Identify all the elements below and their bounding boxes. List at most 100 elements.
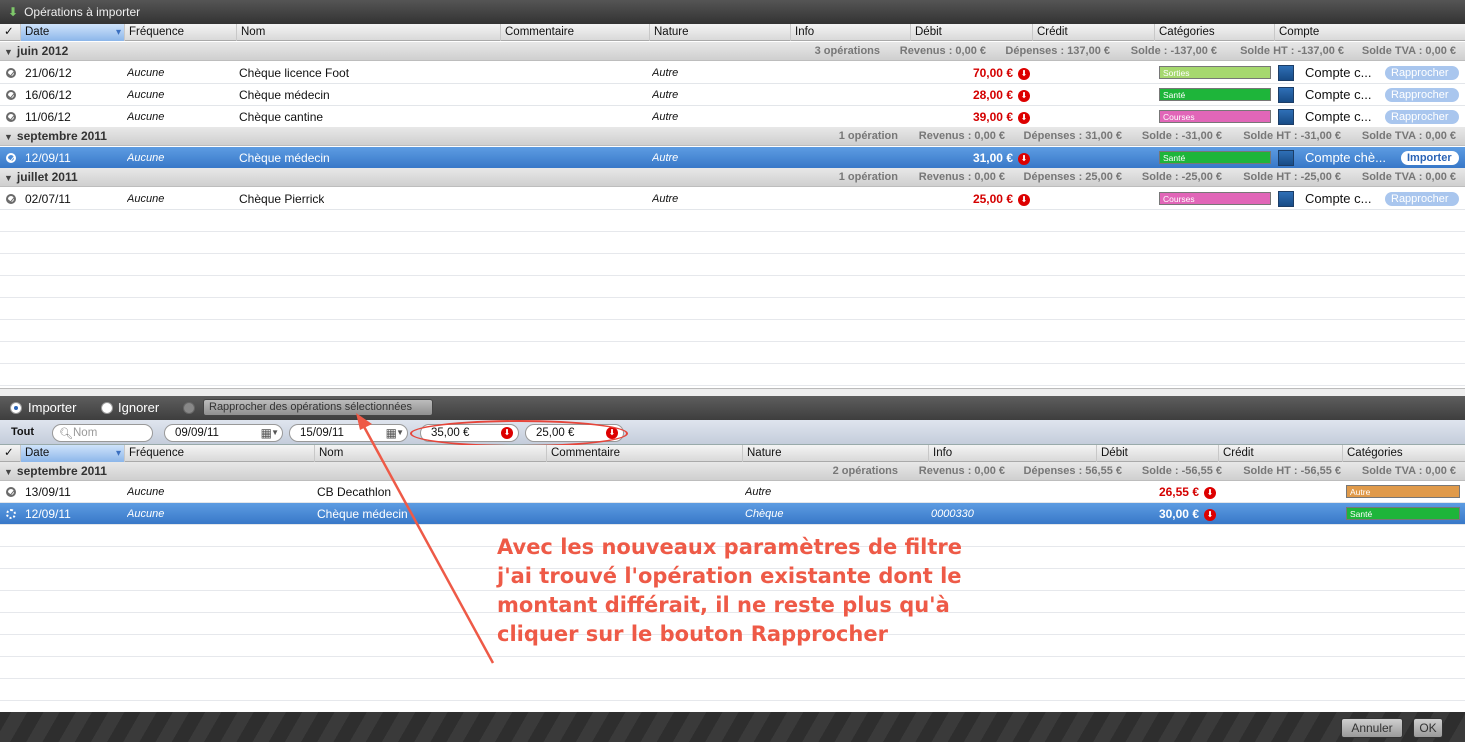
- import-check-icon[interactable]: [6, 194, 16, 204]
- col-commentaire[interactable]: Commentaire: [546, 445, 742, 462]
- group-solde-ht: Solde HT : -56,55 €: [1243, 465, 1341, 477]
- group-count: 1 opération: [838, 130, 898, 142]
- table-row-selected[interactable]: 12/09/11 Aucune Chèque médecin Autre 31,…: [0, 147, 1465, 169]
- col-check[interactable]: ✓: [0, 445, 20, 462]
- empty-row: [0, 210, 1465, 232]
- table-row-selected[interactable]: 12/09/11 Aucune Chèque médecin Chèque 00…: [0, 503, 1465, 525]
- importer-button[interactable]: Importer: [1401, 151, 1459, 165]
- group-revenus: Revenus : 0,00 €: [918, 171, 1005, 183]
- cell-date: 13/09/11: [25, 485, 71, 499]
- rapprocher-button[interactable]: Rapprocher: [1385, 110, 1459, 124]
- disclosure-triangle-icon[interactable]: ▼: [4, 467, 13, 477]
- col-frequence[interactable]: Fréquence: [124, 445, 314, 462]
- group-depenses: Dépenses : 31,00 €: [1023, 130, 1122, 142]
- group-solde: Solde : -137,00 €: [1130, 45, 1217, 57]
- group-header[interactable]: ▼ septembre 2011 1 opération Revenus : 0,…: [0, 127, 1465, 146]
- date-from-field[interactable]: 09/09/11 ▦ ▼: [164, 424, 283, 442]
- split-view-divider[interactable]: [0, 388, 1465, 396]
- bank-account-icon: [1278, 150, 1294, 166]
- cell-compte: Compte c...: [1305, 191, 1372, 206]
- col-credit[interactable]: Crédit: [1032, 24, 1154, 41]
- cell-info: 0000330: [931, 508, 974, 520]
- table-row[interactable]: 02/07/11 Aucune Chèque Pierrick Autre 25…: [0, 188, 1465, 210]
- group-count: 3 opérations: [814, 45, 880, 57]
- action-toolbar: Importer Ignorer Rapprocher des opératio…: [0, 396, 1465, 420]
- rapprocher-button[interactable]: Rapprocher: [1385, 88, 1459, 102]
- cell-date: 12/09/11: [25, 151, 71, 165]
- group-solde-ht: Solde HT : -31,00 €: [1243, 130, 1341, 142]
- ignorer-radio-label[interactable]: Ignorer: [118, 396, 159, 420]
- category-badge[interactable]: Autre: [1346, 485, 1460, 498]
- group-header[interactable]: ▼ juin 2012 3 opérations Revenus : 0,00 €…: [0, 42, 1465, 61]
- col-nature[interactable]: Nature: [649, 24, 790, 41]
- col-check[interactable]: ✓: [0, 24, 20, 41]
- group-solde-ht: Solde HT : -25,00 €: [1243, 171, 1341, 183]
- window-title: Opérations à importer: [24, 5, 141, 19]
- col-info[interactable]: Info: [790, 24, 910, 41]
- import-check-icon[interactable]: [6, 68, 16, 78]
- col-nom[interactable]: Nom: [236, 24, 500, 41]
- category-badge[interactable]: Santé: [1346, 507, 1460, 520]
- col-debit[interactable]: Débit: [1096, 445, 1218, 462]
- disclosure-triangle-icon[interactable]: ▼: [4, 47, 13, 57]
- category-badge[interactable]: Santé: [1159, 151, 1271, 164]
- col-credit[interactable]: Crédit: [1218, 445, 1342, 462]
- import-check-icon[interactable]: [6, 90, 16, 100]
- import-check-icon[interactable]: [6, 487, 16, 497]
- annotation-highlight-ellipse: [410, 420, 628, 447]
- category-badge[interactable]: Santé: [1159, 88, 1271, 101]
- date-to-field[interactable]: 15/09/11 ▦ ▼: [289, 424, 408, 442]
- rapprocher-radio[interactable]: [183, 402, 195, 414]
- category-badge[interactable]: Courses: [1159, 192, 1271, 205]
- table-row[interactable]: 16/06/12 Aucune Chèque médecin Autre 28,…: [0, 84, 1465, 106]
- cell-nature: Autre: [652, 89, 679, 101]
- rapprocher-button[interactable]: Rapprocher: [1385, 192, 1459, 206]
- col-nom[interactable]: Nom: [314, 445, 546, 462]
- footer-bar: Annuler OK: [0, 712, 1465, 742]
- cell-date: 16/06/12: [25, 88, 72, 102]
- ok-button[interactable]: OK: [1413, 718, 1443, 738]
- group-name: septembre 2011: [16, 464, 107, 478]
- table-row[interactable]: 21/06/12 Aucune Chèque licence Foot Autr…: [0, 62, 1465, 84]
- col-compte[interactable]: Compte: [1274, 24, 1465, 41]
- tout-filter-button[interactable]: Tout: [11, 420, 34, 445]
- bank-account-icon: [1278, 109, 1294, 125]
- ignorer-radio[interactable]: [101, 402, 113, 414]
- cancel-button[interactable]: Annuler: [1341, 718, 1403, 738]
- col-date[interactable]: Date: [20, 445, 124, 462]
- col-nature[interactable]: Nature: [742, 445, 928, 462]
- category-badge[interactable]: Sorties: [1159, 66, 1271, 79]
- import-check-icon[interactable]: [6, 153, 16, 163]
- col-date[interactable]: Date: [20, 24, 124, 41]
- search-input[interactable]: 🔍︎ Nom: [52, 424, 153, 442]
- date-from-value: 09/09/11: [175, 427, 219, 439]
- cell-nom: Chèque médecin: [239, 88, 330, 102]
- group-revenus: Revenus : 0,00 €: [918, 465, 1005, 477]
- import-check-icon[interactable]: [6, 112, 16, 122]
- table-row[interactable]: 11/06/12 Aucune Chèque cantine Autre 39,…: [0, 106, 1465, 128]
- debit-arrow-icon: ⬇: [1204, 486, 1216, 499]
- rapprocher-selected-button[interactable]: Rapprocher des opérations sélectionnées: [203, 399, 433, 416]
- col-categories[interactable]: Catégories: [1154, 24, 1274, 41]
- group-revenus: Revenus : 0,00 €: [899, 45, 986, 57]
- disclosure-triangle-icon[interactable]: ▼: [4, 132, 13, 142]
- importer-radio[interactable]: [10, 402, 22, 414]
- col-info[interactable]: Info: [928, 445, 1096, 462]
- col-frequence[interactable]: Fréquence: [124, 24, 236, 41]
- group-header[interactable]: ▼ septembre 2011 2 opérations Revenus : 0…: [0, 462, 1465, 481]
- cell-frequence: Aucune: [127, 111, 165, 123]
- table-row[interactable]: 13/09/11 Aucune CB Decathlon Autre 26,55…: [0, 481, 1465, 503]
- bank-account-icon: [1278, 191, 1294, 207]
- col-debit[interactable]: Débit: [910, 24, 1032, 41]
- chevron-down-icon[interactable]: ▼: [396, 425, 404, 441]
- group-count: 1 opération: [838, 171, 898, 183]
- rapprocher-button[interactable]: Rapprocher: [1385, 66, 1459, 80]
- chevron-down-icon[interactable]: ▼: [271, 425, 279, 441]
- group-header[interactable]: ▼ juillet 2011 1 opération Revenus : 0,00…: [0, 168, 1465, 187]
- col-commentaire[interactable]: Commentaire: [500, 24, 649, 41]
- disclosure-triangle-icon[interactable]: ▼: [4, 173, 13, 183]
- cell-debit: 39,00 €: [972, 110, 1013, 124]
- importer-radio-label[interactable]: Importer: [28, 396, 76, 420]
- col-categories[interactable]: Catégories: [1342, 445, 1465, 462]
- category-badge[interactable]: Courses: [1159, 110, 1271, 123]
